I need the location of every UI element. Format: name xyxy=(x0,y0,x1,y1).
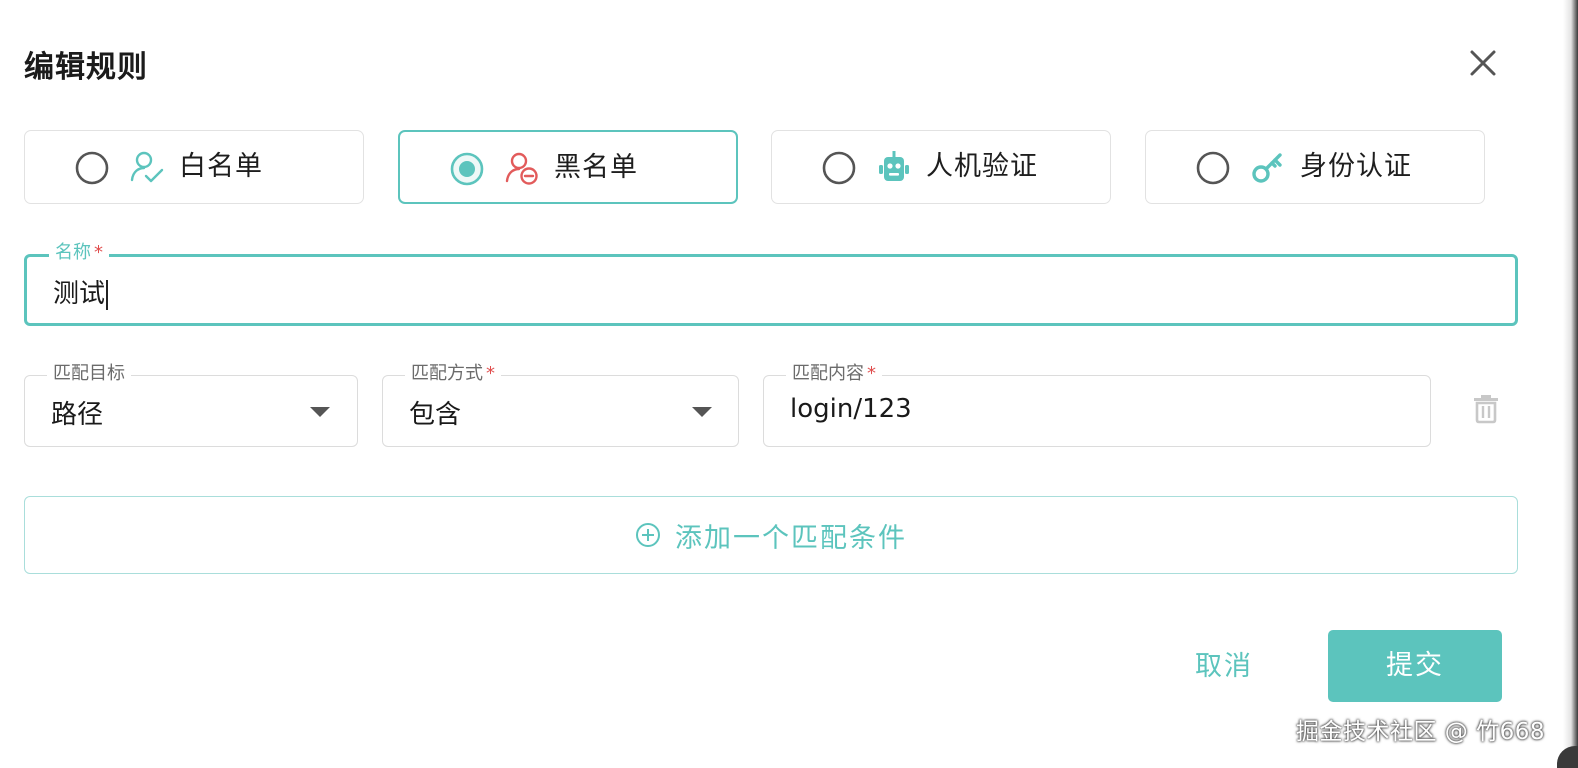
match-target-label: 匹配目标 xyxy=(47,362,131,386)
match-method-select[interactable]: 匹配方式 * 包含 xyxy=(382,362,739,447)
rule-type-blacklist[interactable]: 黑名单 xyxy=(398,130,738,204)
user-check-icon xyxy=(130,151,164,183)
rule-type-captcha[interactable]: 人机验证 xyxy=(771,130,1111,204)
match-content-input[interactable]: 匹配内容 * login/123 xyxy=(763,362,1431,447)
name-field-value[interactable]: 测试 xyxy=(53,273,109,310)
rule-type-label: 白名单 xyxy=(179,151,263,182)
radio-unchecked-icon[interactable] xyxy=(822,151,856,185)
dropdown-arrow-icon[interactable] xyxy=(310,407,330,417)
robot-icon xyxy=(879,151,909,181)
trash-icon[interactable] xyxy=(1470,392,1502,424)
key-icon xyxy=(1252,153,1282,183)
radio-unchecked-icon[interactable] xyxy=(75,151,109,185)
match-target-value: 路径 xyxy=(51,400,104,430)
user-block-icon xyxy=(505,152,538,185)
edit-rule-dialog: 编辑规则 白名单 黑名单 人机验证 身份认证 名称 * 测试 匹配目标 路径 匹… xyxy=(0,0,1563,768)
name-field[interactable]: 名称 * 测试 xyxy=(24,241,1518,326)
radio-checked-icon[interactable] xyxy=(450,152,484,186)
add-condition-label: 添加一个匹配条件 xyxy=(675,522,907,554)
radio-unchecked-icon[interactable] xyxy=(1196,151,1230,185)
match-content-label: 匹配内容 * xyxy=(786,362,882,386)
close-icon[interactable] xyxy=(1466,46,1500,80)
match-content-value[interactable]: login/123 xyxy=(790,394,912,424)
rule-type-label: 黑名单 xyxy=(554,152,638,183)
add-condition-button[interactable]: 添加一个匹配条件 xyxy=(24,496,1518,574)
rule-type-label: 人机验证 xyxy=(926,151,1038,182)
rule-type-whitelist[interactable]: 白名单 xyxy=(24,130,364,204)
match-target-select[interactable]: 匹配目标 路径 xyxy=(24,362,358,447)
watermark: 掘金技术社区 @ 竹668 xyxy=(1296,719,1546,745)
dropdown-arrow-icon[interactable] xyxy=(692,407,712,417)
submit-button[interactable]: 提交 xyxy=(1328,630,1502,702)
match-method-label: 匹配方式 * xyxy=(405,362,501,386)
plus-circle-icon xyxy=(636,523,660,547)
rule-type-label: 身份认证 xyxy=(1300,151,1412,182)
window-edge xyxy=(1557,0,1578,768)
rule-type-auth[interactable]: 身份认证 xyxy=(1145,130,1485,204)
cancel-button[interactable]: 取消 xyxy=(1180,632,1268,702)
name-field-label: 名称 * xyxy=(49,241,109,265)
dialog-title: 编辑规则 xyxy=(24,50,148,85)
match-method-value: 包含 xyxy=(409,400,462,430)
